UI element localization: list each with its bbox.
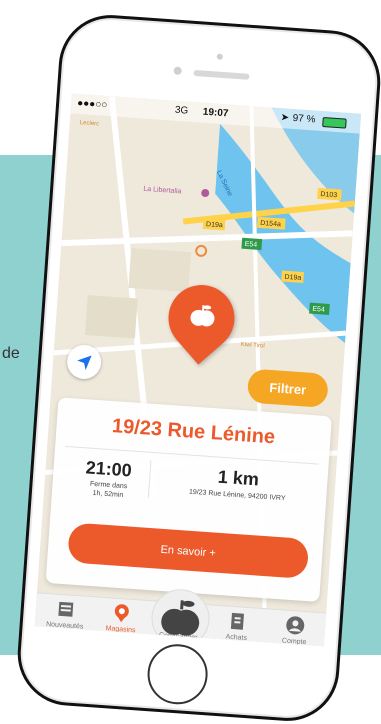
app-screen: La Libertalia La Seine D103 D19a D154a E… <box>34 93 362 647</box>
account-icon <box>286 616 305 635</box>
road-badge-d19a-2: D19a <box>284 274 301 282</box>
tab-label: Compte <box>281 637 307 647</box>
front-camera <box>173 66 182 76</box>
front-sensor <box>216 53 223 60</box>
map-label-leclerc: Leclerc <box>80 120 100 127</box>
battery-percent: 97 % <box>292 112 316 126</box>
earpiece-speaker <box>193 69 250 80</box>
tab-label: Magasins <box>105 625 136 635</box>
receipt-icon <box>230 612 244 630</box>
signal-strength: ●●●○○ <box>76 97 108 111</box>
tab-achats[interactable]: Achats <box>208 609 266 643</box>
store-card: 19/23 Rue Lénine 21:00 Ferme dans 1h, 52… <box>45 397 332 602</box>
apple-icon <box>190 305 215 327</box>
road-badge-e54-2: E54 <box>312 306 325 314</box>
phone-wrap: La Libertalia La Seine D103 D19a D154a E… <box>0 0 381 724</box>
tab-label: Commander <box>158 631 198 642</box>
closing-note-line1: Ferme dans <box>89 480 128 491</box>
news-icon <box>58 601 74 617</box>
tab-compte[interactable]: Compte <box>266 613 324 646</box>
tab-label: Nouveautés <box>45 620 84 631</box>
road-badge-d19a-1: D19a <box>206 221 223 229</box>
road-badge-d154a: D154a <box>260 220 281 228</box>
road-badge-d103: D103 <box>320 191 337 199</box>
store-address-title: 19/23 Rue Lénine <box>111 415 276 449</box>
road-badge-e54-1: E54 <box>244 241 257 249</box>
network-type: 3G <box>174 104 189 117</box>
map-pin-icon <box>114 604 129 623</box>
tab-nouveautes[interactable]: Nouveautés <box>37 597 95 631</box>
status-time: 19:07 <box>202 106 229 120</box>
phone-frame: La Libertalia La Seine D103 D19a D154a E… <box>14 11 381 724</box>
tab-magasins[interactable]: Magasins <box>92 601 150 635</box>
battery-icon <box>322 117 347 129</box>
closing-note-line2: 1h, 52min <box>92 489 124 500</box>
card-vertical-divider <box>147 459 152 498</box>
location-arrow-icon: ➤ <box>280 112 290 124</box>
navigation-arrow-icon <box>77 355 92 371</box>
filter-button[interactable]: Filtrer <box>246 368 329 408</box>
locate-me-button[interactable] <box>65 343 103 381</box>
tab-label: Achats <box>225 633 248 642</box>
home-button[interactable] <box>145 642 210 707</box>
more-info-button[interactable]: En savoir + <box>67 522 310 580</box>
